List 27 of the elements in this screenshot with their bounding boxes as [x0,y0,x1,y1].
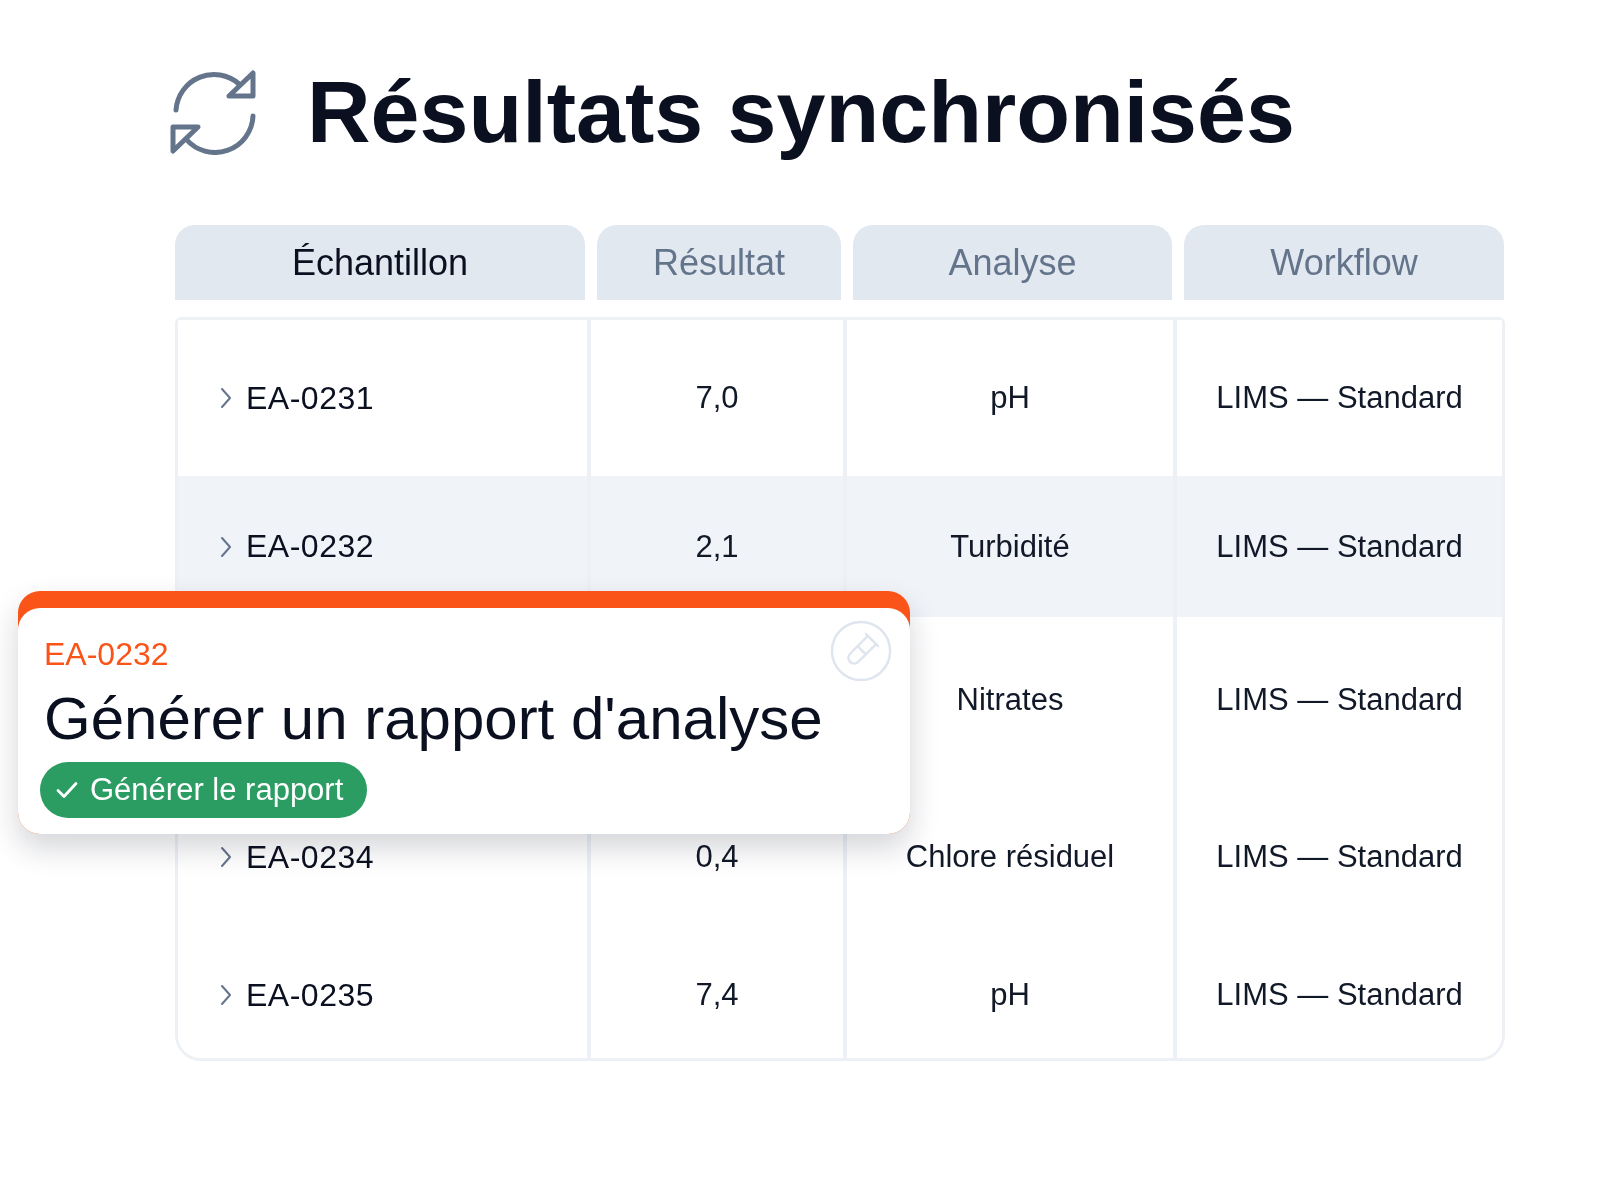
column-header[interactable]: Résultat [597,225,841,300]
table-row[interactable]: EA-0232 2,1 Turbidité LIMS — Standard [178,476,1502,617]
chevron-right-icon[interactable] [220,535,232,558]
column-header[interactable]: Analyse [853,225,1172,300]
sample-id-label: EA-0232 [44,636,169,672]
column-header[interactable]: Workflow [1184,225,1504,300]
chevron-right-icon[interactable] [220,387,232,409]
chevron-right-icon[interactable] [220,846,232,868]
table-cell-text: LIMS — Standard [1215,379,1464,417]
sync-icon [169,69,257,155]
column-header[interactable]: Échantillon [175,225,585,300]
table-cell-text: LIMS — Standard [1215,838,1464,876]
table-cell-text: LIMS — Standard [1215,976,1464,1014]
table-row[interactable]: EA-0231 7,0 pH LIMS — Standard [178,320,1502,476]
test-tube-icon [830,620,892,682]
table-cell: 7,4 [591,932,847,1058]
table-cell-text: LIMS — Standard [1215,680,1464,719]
chevron-right-icon[interactable] [220,984,232,1006]
table-cell-text: LIMS — Standard [1215,527,1464,566]
sample-id: EA-0234 [246,838,375,876]
page-title: Résultats synchronisés [307,61,1295,163]
popup-title: Générer un rapport d'analyse [44,686,824,752]
sample-id: EA-0231 [246,379,375,417]
sample-id: EA-0235 [246,976,375,1014]
sample-id: EA-0232 [246,528,375,565]
table-cell: pH [847,932,1177,1058]
check-icon [56,781,78,799]
